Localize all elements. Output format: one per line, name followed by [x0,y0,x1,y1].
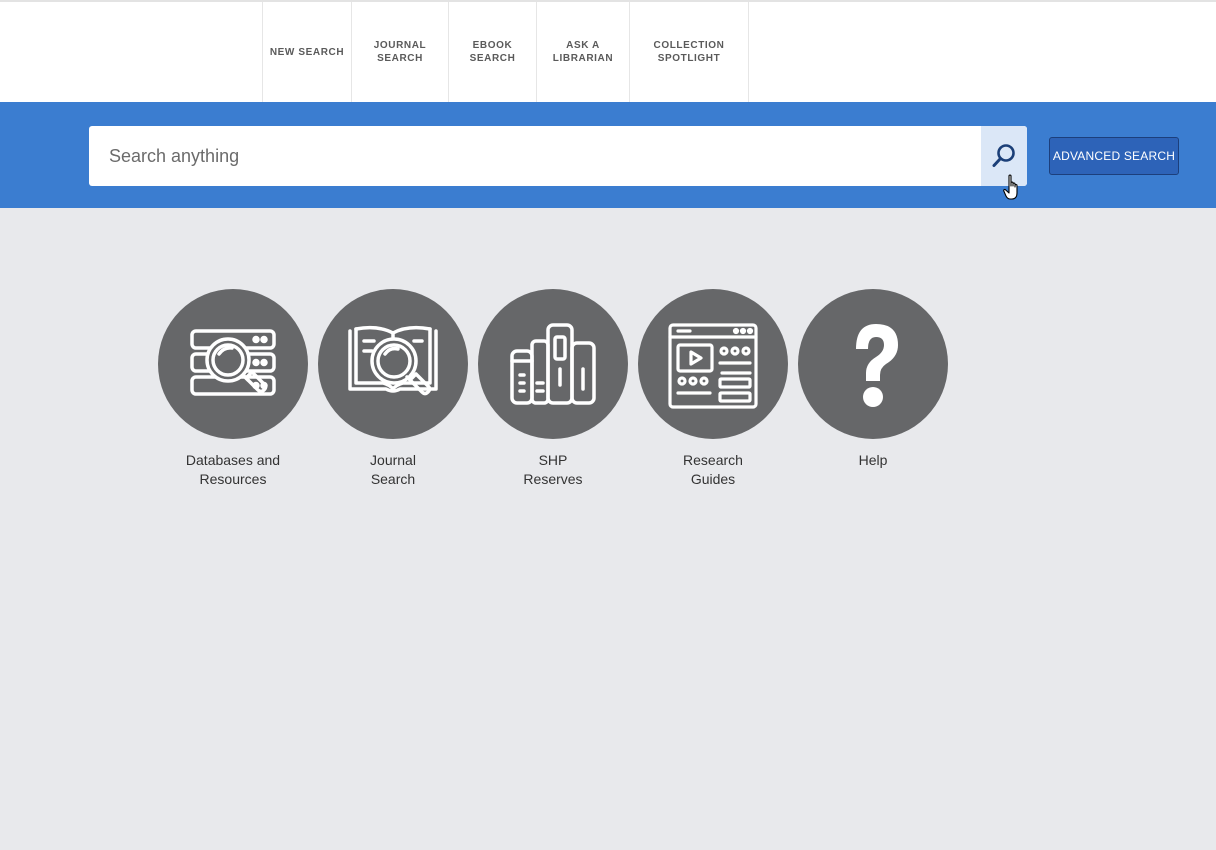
tile-circle [798,289,948,439]
tile-label: Databases and Resources [185,452,281,487]
tile-circle [478,289,628,439]
tile-circle [638,289,788,439]
web-guide-icon [668,323,758,409]
advanced-search-button[interactable]: ADVANCED SEARCH [1049,137,1179,175]
tile-label: Research Guides [683,452,743,487]
journal-search-icon [348,325,438,396]
books-icon [510,323,596,405]
database-search-icon [190,329,276,396]
nav-journal-search[interactable]: JOURNAL SEARCH [351,2,448,102]
search-band: ADVANCED SEARCH [0,102,1216,208]
tile-shp-reserves[interactable]: SHP Reserves [478,289,628,489]
nav-ask-a-librarian[interactable]: ASK A LIBRARIAN [536,2,629,102]
tile-help[interactable]: Help [798,289,948,470]
tile-circle [318,289,468,439]
tile-journal-search[interactable]: Journal Search [318,289,468,489]
main-nav: NEW SEARCH JOURNAL SEARCH EBOOK SEARCH A… [262,2,749,102]
tile-circle [158,289,308,439]
search-icon [992,144,1015,167]
question-mark-icon [856,324,898,407]
tile-label: Help [858,452,888,468]
hand-cursor-icon [1003,174,1018,200]
top-navigation-bar: NEW SEARCH JOURNAL SEARCH EBOOK SEARCH A… [0,0,1216,102]
tile-research-guides[interactable]: Research Guides [638,289,788,489]
nav-collection-spotlight[interactable]: COLLECTION SPOTLIGHT [629,2,749,102]
nav-ebook-search[interactable]: EBOOK SEARCH [448,2,536,102]
search-box [89,126,1027,186]
nav-new-search[interactable]: NEW SEARCH [262,2,351,102]
tile-label: SHP Reserves [523,452,583,487]
tile-databases-and-resources[interactable]: Databases and Resources [158,289,308,489]
search-input[interactable] [89,126,981,186]
tile-label: Journal Search [370,452,416,487]
